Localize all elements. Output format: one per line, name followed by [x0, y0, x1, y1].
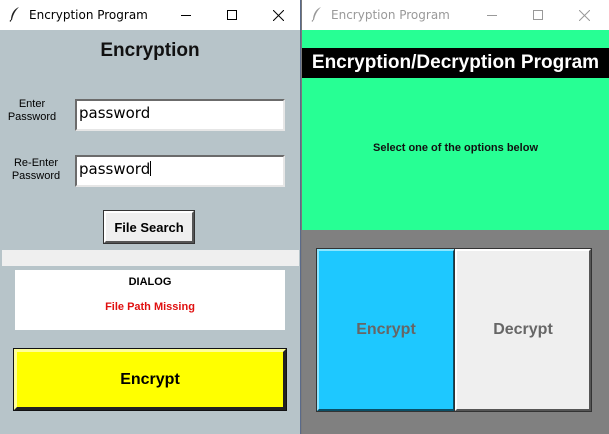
- reenter-password-label: Re-Enter Password: [6, 157, 66, 183]
- maximize-button[interactable]: [209, 0, 255, 30]
- password-label: Enter Password: [6, 98, 58, 124]
- password-label-text: Enter Password: [7, 98, 57, 123]
- separator: [2, 250, 299, 266]
- decrypt-option-button[interactable]: Decrypt: [454, 248, 592, 412]
- encrypt-option-button[interactable]: Encrypt: [316, 248, 456, 412]
- maximize-button[interactable]: [515, 0, 561, 30]
- close-icon: [578, 9, 590, 21]
- dialog-box: DIALOG File Path Missing: [15, 270, 285, 330]
- dialog-title: DIALOG: [128, 276, 172, 288]
- close-button[interactable]: [255, 0, 300, 30]
- maximize-icon: [227, 10, 237, 20]
- encrypt-button[interactable]: Encrypt: [13, 348, 287, 411]
- feather-icon: [9, 6, 21, 22]
- minimize-button[interactable]: [469, 0, 515, 30]
- maximize-icon: [533, 10, 543, 20]
- password-field-value: password: [79, 104, 151, 122]
- text-caret: [150, 161, 152, 176]
- minimize-icon: [487, 15, 497, 16]
- reenter-password-field[interactable]: password: [75, 155, 285, 187]
- close-icon: [272, 9, 284, 21]
- dialog-message: File Path Missing: [105, 301, 195, 313]
- close-button[interactable]: [561, 0, 607, 30]
- instruction-text: Select one of the options below: [372, 142, 538, 154]
- encryption-window: Encryption Program Encryption Enter Pass…: [0, 0, 301, 434]
- minimize-button[interactable]: [163, 0, 209, 30]
- file-search-button[interactable]: File Search: [103, 210, 195, 244]
- reenter-password-label-text: Re-Enter Password: [11, 157, 61, 182]
- banner-title: Encryption/Decryption Program: [302, 48, 609, 78]
- window-title: Encryption Program: [29, 8, 148, 22]
- page-title: Encryption: [100, 40, 200, 61]
- menu-window: Encryption Program Encryption/Decryption…: [302, 0, 609, 434]
- password-field[interactable]: password: [75, 99, 285, 131]
- title-bar[interactable]: Encryption Program: [302, 0, 609, 30]
- reenter-password-field-value: password: [79, 160, 151, 178]
- title-bar[interactable]: Encryption Program: [0, 0, 300, 30]
- feather-icon: [311, 6, 323, 22]
- window-title: Encryption Program: [331, 8, 450, 22]
- minimize-icon: [181, 15, 191, 16]
